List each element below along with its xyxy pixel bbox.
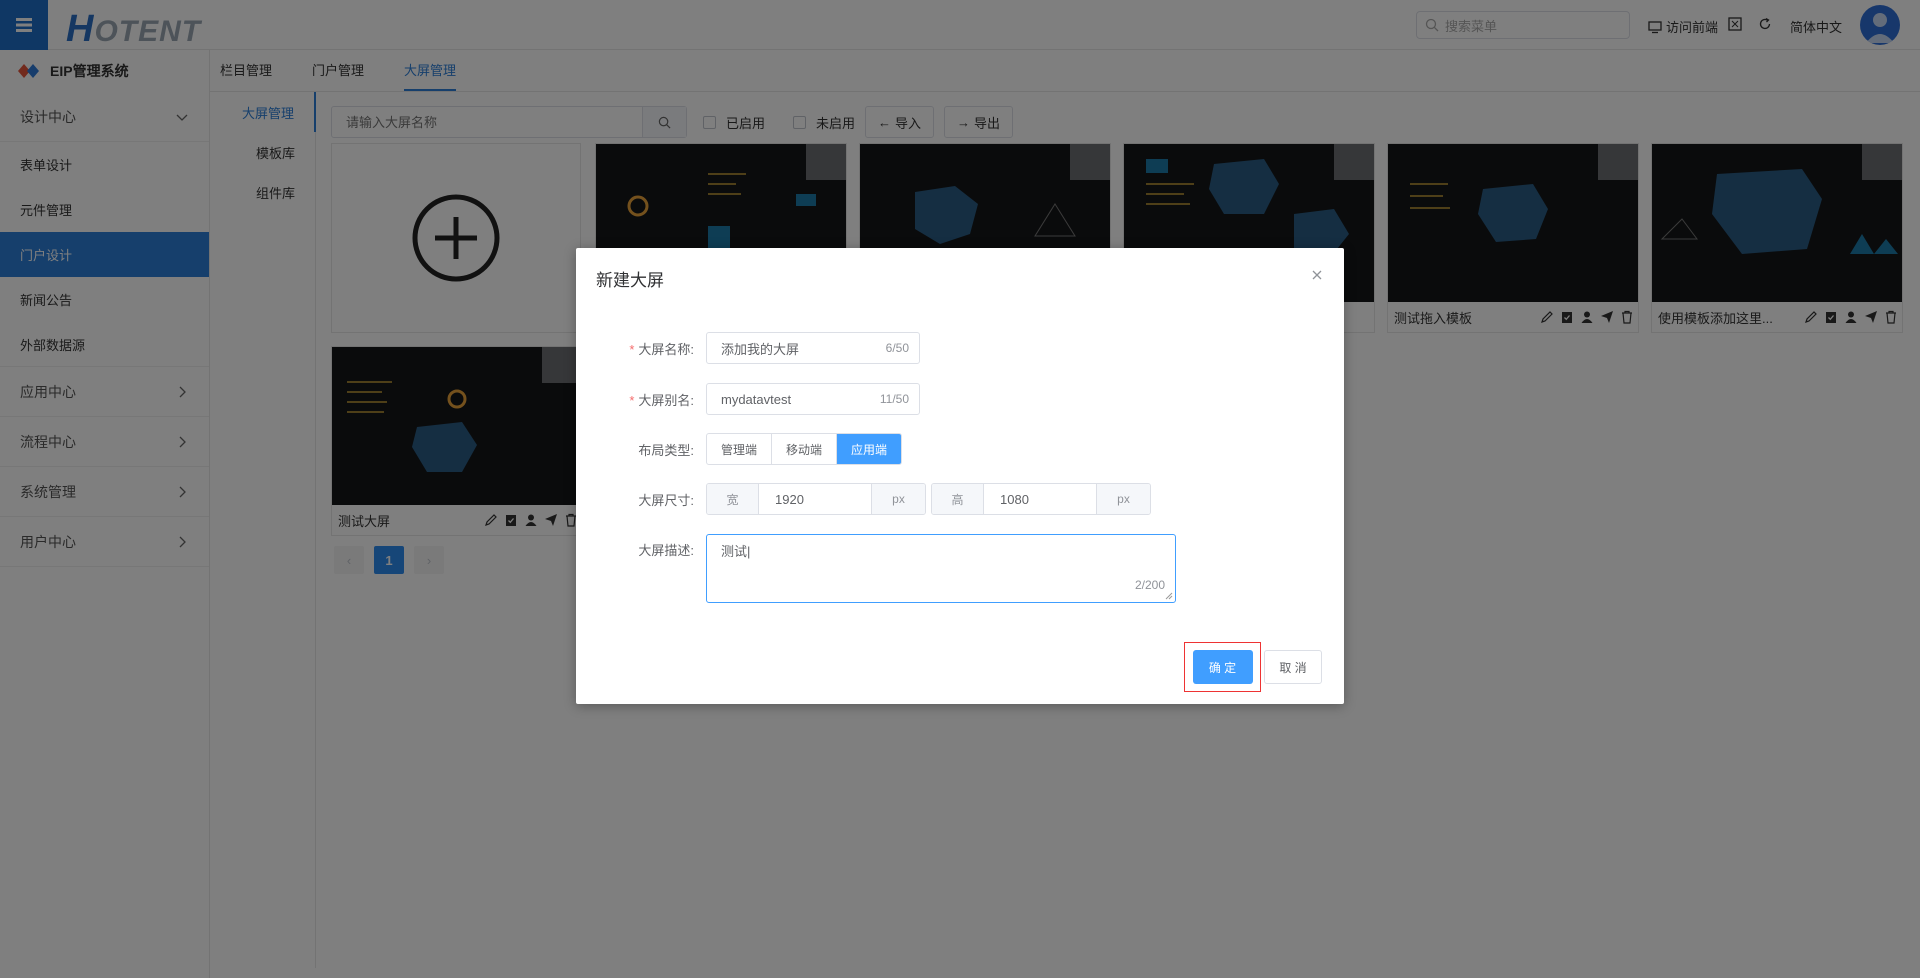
desc-row: 大屏描述: 测试| 2/200 xyxy=(576,534,1176,603)
layout-label: 布局类型: xyxy=(638,442,694,458)
layout-row: 布局类型: 管理端 移动端 应用端 xyxy=(576,433,903,465)
width-unit: px xyxy=(871,484,925,514)
name-value: 添加我的大屏 xyxy=(721,341,800,357)
name-label: * 大屏名称: xyxy=(576,339,706,358)
dialog-title: 新建大屏 xyxy=(596,271,664,290)
layout-option-app[interactable]: 应用端 xyxy=(837,434,902,464)
alias-label: * 大屏别名: xyxy=(576,390,706,409)
alias-count: 11/50 xyxy=(879,392,909,406)
name-count: 6/50 xyxy=(885,341,909,355)
width-input[interactable]: 1920 xyxy=(759,484,871,514)
alias-value: mydatavtest xyxy=(721,391,792,407)
desc-label: 大屏描述: xyxy=(638,543,694,558)
confirm-button[interactable]: 确 定 xyxy=(1192,650,1253,684)
alias-label-text: 大屏别名: xyxy=(638,392,694,408)
desc-count: 2/200 xyxy=(1134,578,1165,592)
height-input[interactable]: 1080 xyxy=(984,484,1096,514)
cancel-button[interactable]: 取 消 xyxy=(1264,650,1322,684)
width-prefix: 宽 xyxy=(707,484,759,514)
desc-textarea[interactable]: 测试| 2/200 xyxy=(706,534,1176,603)
desc-value: 测试| xyxy=(721,544,751,559)
alias-input[interactable]: mydatavtest 11/50 xyxy=(706,383,920,415)
size-label: 大屏尺寸: xyxy=(638,492,694,508)
layout-radio-group: 管理端 移动端 应用端 xyxy=(706,433,903,465)
name-label-text: 大屏名称: xyxy=(638,341,694,357)
layout-option-mobile[interactable]: 移动端 xyxy=(772,434,838,464)
size-row: 大屏尺寸: 宽 1920 px 高 1080 px xyxy=(576,483,1151,515)
new-screen-dialog: 新建大屏 * 大屏名称: 添加我的大屏 6/50 * 大屏别名: mydatavtes… xyxy=(576,248,1344,704)
height-prefix: 高 xyxy=(932,484,984,514)
alias-row: * 大屏别名: mydatavtest 11/50 xyxy=(576,383,920,415)
name-input[interactable]: 添加我的大屏 6/50 xyxy=(706,332,920,364)
width-input-group: 宽 1920 px xyxy=(706,483,926,515)
confirm-button-highlight: 确 定 xyxy=(1184,642,1261,692)
layout-option-admin[interactable]: 管理端 xyxy=(707,434,773,464)
resize-grip-icon[interactable] xyxy=(1165,592,1173,600)
close-icon[interactable] xyxy=(1310,268,1324,282)
name-row: * 大屏名称: 添加我的大屏 6/50 xyxy=(576,332,920,364)
height-input-group: 高 1080 px xyxy=(931,483,1151,515)
required-mark: * xyxy=(629,341,635,357)
required-mark: * xyxy=(629,392,635,408)
height-unit: px xyxy=(1096,484,1150,514)
